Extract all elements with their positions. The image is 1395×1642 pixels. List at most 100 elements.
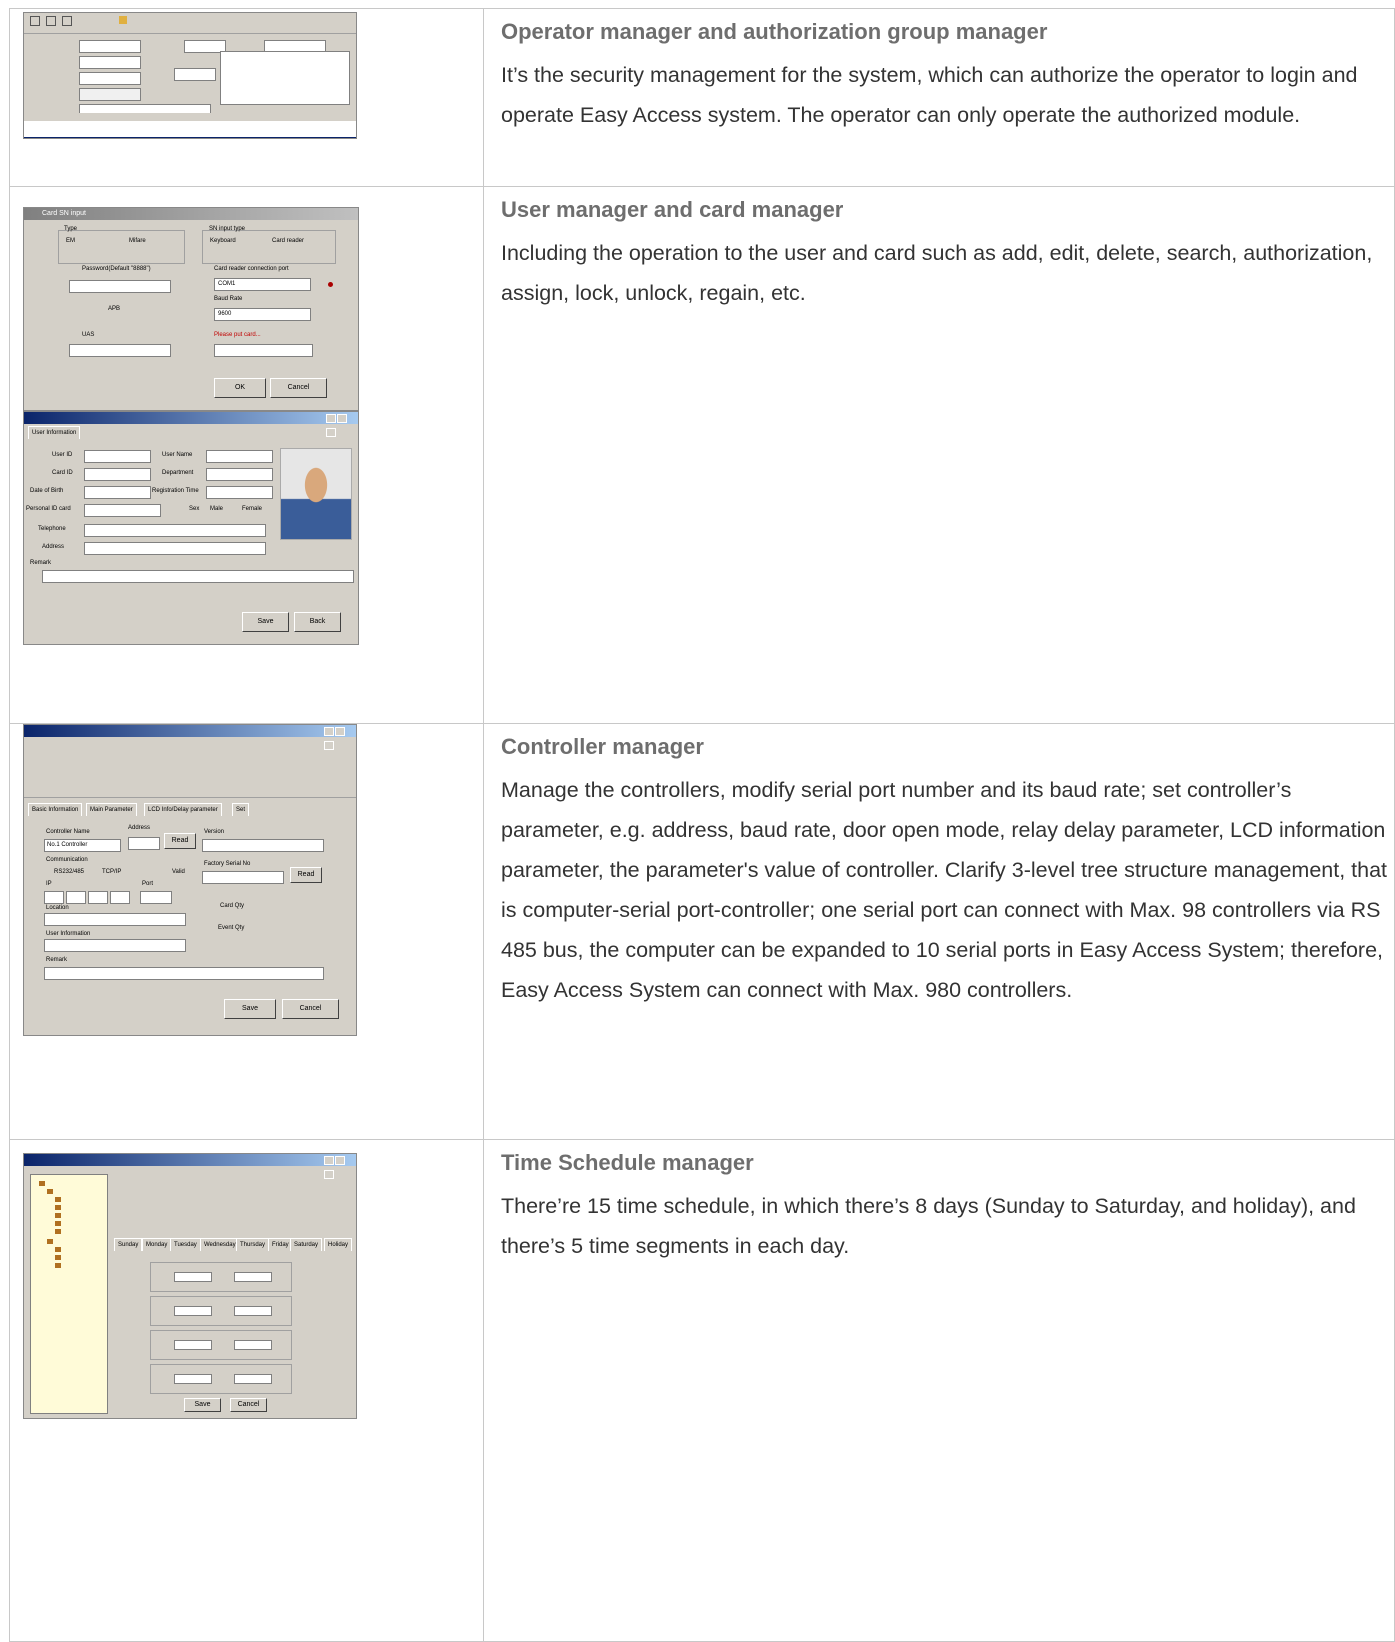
baud-label: Baud Rate xyxy=(214,296,243,302)
toolbar xyxy=(24,13,356,34)
em-radio: EM xyxy=(66,238,75,244)
section-description: There’re 15 time schedule, in which ther… xyxy=(501,1194,1356,1258)
baud-select: 9600 xyxy=(214,308,311,321)
female-radio: Female xyxy=(242,506,263,512)
card-id-label: Card ID xyxy=(52,470,73,476)
tree-node xyxy=(47,1189,53,1194)
type-label: Type xyxy=(64,226,78,232)
address-label: Address xyxy=(128,825,151,831)
back-button: Back xyxy=(294,612,341,632)
tab-friday: Friday xyxy=(268,1238,293,1251)
tab-main-parameter: Main Parameter xyxy=(86,803,137,816)
baud-value: 9600 xyxy=(218,311,232,317)
password-label: Password(Default "8888") xyxy=(82,266,151,272)
read-address-button: Read xyxy=(164,833,196,849)
remark-field xyxy=(44,967,324,980)
port-select: COM1 xyxy=(214,278,311,291)
image-cell: Sunday Monday Tuesday Wednesday Thursday… xyxy=(9,1139,484,1642)
tab-saturday: Saturday xyxy=(290,1238,323,1251)
address-label: Address xyxy=(42,544,65,550)
reg-time-field xyxy=(206,486,273,499)
user-id-field xyxy=(84,450,151,463)
row-time-schedule: Sunday Monday Tuesday Wednesday Thursday… xyxy=(9,1139,1395,1642)
ip-octet-4 xyxy=(110,891,130,904)
new-icon xyxy=(30,16,40,26)
telephone-field xyxy=(84,524,266,537)
controller-name-label: Controller Name xyxy=(46,829,90,835)
apb-checkbox: APB xyxy=(108,306,121,312)
row-operator-manager: Operator manager and authorization group… xyxy=(9,8,1395,187)
user-information-label: User Information xyxy=(46,931,91,937)
dob-field xyxy=(84,486,151,499)
image-cell xyxy=(9,8,484,187)
card-sn-field xyxy=(214,344,313,357)
card-reader-radio: Card reader xyxy=(272,238,305,244)
text-cell: Time Schedule manager There’re 15 time s… xyxy=(483,1139,1395,1642)
personal-id-field xyxy=(84,504,161,517)
module-list xyxy=(220,51,350,105)
tree-node xyxy=(55,1263,61,1268)
ip-label: IP xyxy=(46,881,52,887)
remark-label: Remark xyxy=(30,560,52,566)
dob-label: Date of Birth xyxy=(30,488,64,494)
text-cell: User manager and card manager Including … xyxy=(483,186,1395,724)
segment-end-field xyxy=(234,1374,272,1384)
tcpip-radio: TCP/IP xyxy=(102,869,122,875)
tab-basic-information: Basic Information xyxy=(28,803,83,816)
section-title: Controller manager xyxy=(501,734,704,759)
male-radio: Male xyxy=(210,506,224,512)
delete-icon xyxy=(62,16,72,26)
controller-titlebar xyxy=(24,725,356,750)
edit-icon xyxy=(46,16,56,26)
segment-start-field xyxy=(174,1340,212,1350)
controller-screenshot: Basic Information Main Parameter LCD Inf… xyxy=(23,724,357,1036)
schedule-screenshot: Sunday Monday Tuesday Wednesday Thursday… xyxy=(23,1153,357,1419)
tab-thursday: Thursday xyxy=(236,1238,270,1251)
address-field xyxy=(128,837,160,850)
uas-label: UAS xyxy=(82,332,95,338)
tab-set: Set xyxy=(232,803,250,816)
tab-sunday: Sunday xyxy=(114,1238,143,1251)
confirm-field xyxy=(79,88,141,101)
segment-start-field xyxy=(174,1374,212,1384)
tab-monday: Monday xyxy=(142,1238,172,1251)
card-id-field xyxy=(84,468,151,481)
type-group xyxy=(58,230,185,264)
tab-lcd-info: LCD Info/Delay parameter xyxy=(144,803,222,816)
put-card-prompt: Please put card... xyxy=(214,332,261,338)
uas-field xyxy=(69,344,171,357)
port-label: Port xyxy=(142,881,154,887)
sn-type-group xyxy=(202,230,336,264)
row-controller-manager: Basic Information Main Parameter LCD Inf… xyxy=(9,723,1395,1140)
section-description: Manage the controllers, modify serial po… xyxy=(501,778,1388,1002)
segment-end-field xyxy=(234,1340,272,1350)
read-serial-button: Read xyxy=(290,867,322,883)
user-info-titlebar xyxy=(24,412,358,437)
keyboard-radio: Keyboard xyxy=(210,238,236,244)
text-cell: Controller manager Manage the controller… xyxy=(483,723,1395,1140)
section-title: User manager and card manager xyxy=(501,197,844,222)
section-title: Time Schedule manager xyxy=(501,1150,754,1175)
tree-node xyxy=(55,1247,61,1252)
segment-start-field xyxy=(174,1306,212,1316)
ip-octet-2 xyxy=(66,891,86,904)
image-cell: Basic Information Main Parameter LCD Inf… xyxy=(9,723,484,1140)
user-name-label: User Name xyxy=(162,452,193,458)
user-name-field xyxy=(206,450,273,463)
text-cell: Operator manager and authorization group… xyxy=(483,8,1395,187)
factory-serial-label: Factory Serial No xyxy=(204,861,251,867)
tree-node xyxy=(55,1221,61,1226)
port-value: COM1 xyxy=(218,281,236,287)
tree-node xyxy=(55,1213,61,1218)
controller-tree xyxy=(30,1174,108,1414)
segment-end-field xyxy=(234,1272,272,1282)
remark-label: Remark xyxy=(46,957,68,963)
tree-node xyxy=(55,1255,61,1260)
tab-wednesday: Wednesday xyxy=(200,1238,240,1251)
schedule-titlebar xyxy=(24,1154,356,1179)
save-button: Save xyxy=(184,1398,221,1412)
user-photo xyxy=(280,448,352,540)
segment-end-field xyxy=(234,1306,272,1316)
remark-field xyxy=(42,570,354,583)
ip-octet-3 xyxy=(88,891,108,904)
